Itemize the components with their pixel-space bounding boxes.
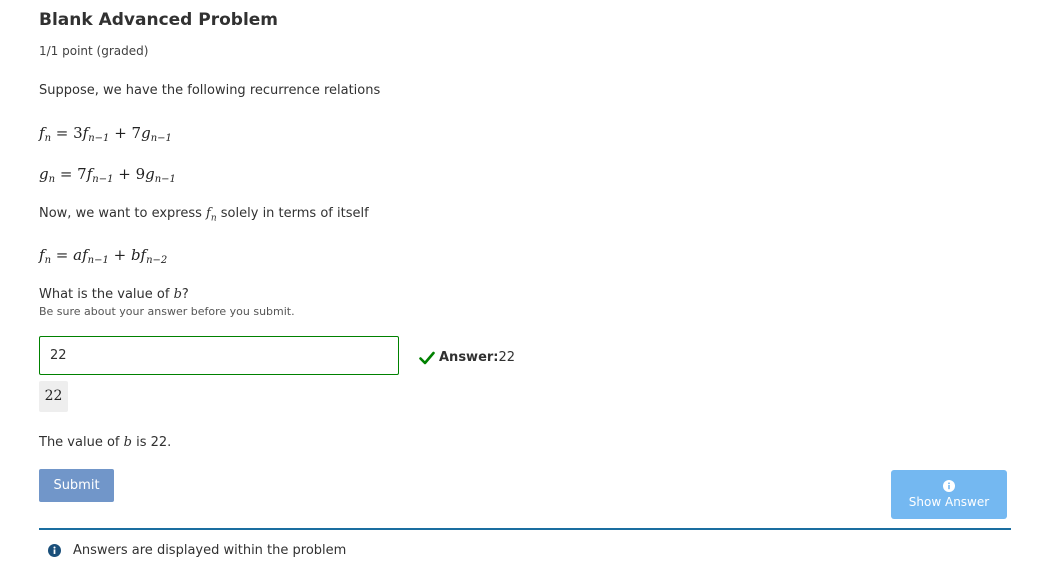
info-circle-icon: [943, 480, 955, 492]
express-statement: Now, we want to express fn solely in ter…: [39, 206, 369, 224]
status-value: 22: [498, 350, 516, 365]
equation-target: fn = afn−1 + bfn−2: [39, 246, 168, 266]
notification-message: Answers are displayed within the problem: [48, 543, 346, 558]
show-answer-label: Show Answer: [908, 495, 990, 509]
question-label: What is the value of b?: [39, 287, 189, 302]
notification-text: Answers are displayed within the problem: [73, 543, 347, 558]
problem-title: Blank Advanced Problem: [39, 10, 279, 30]
equation-f: fn = 3fn−1 + 7gn−1: [39, 124, 172, 144]
show-answer-button[interactable]: Show Answer: [891, 470, 1007, 519]
problem-intro: Suppose, we have the following recurrenc…: [39, 83, 381, 98]
notification-divider: [39, 528, 1011, 530]
answer-explanation: The value of b is 22.: [39, 435, 172, 450]
answer-preview: 22: [39, 381, 68, 412]
equation-g: gn = 7fn−1 + 9gn−1: [39, 165, 176, 185]
status-label: Answer:: [439, 350, 499, 365]
answer-status: Answer: 22: [419, 350, 515, 365]
submit-button[interactable]: Submit: [39, 469, 114, 502]
checkmark-icon: [419, 351, 435, 364]
answer-input[interactable]: [39, 336, 399, 375]
question-hint: Be sure about your answer before you sub…: [39, 305, 295, 318]
info-circle-icon: [48, 544, 61, 557]
problem-points: 1/1 point (graded): [39, 44, 149, 58]
